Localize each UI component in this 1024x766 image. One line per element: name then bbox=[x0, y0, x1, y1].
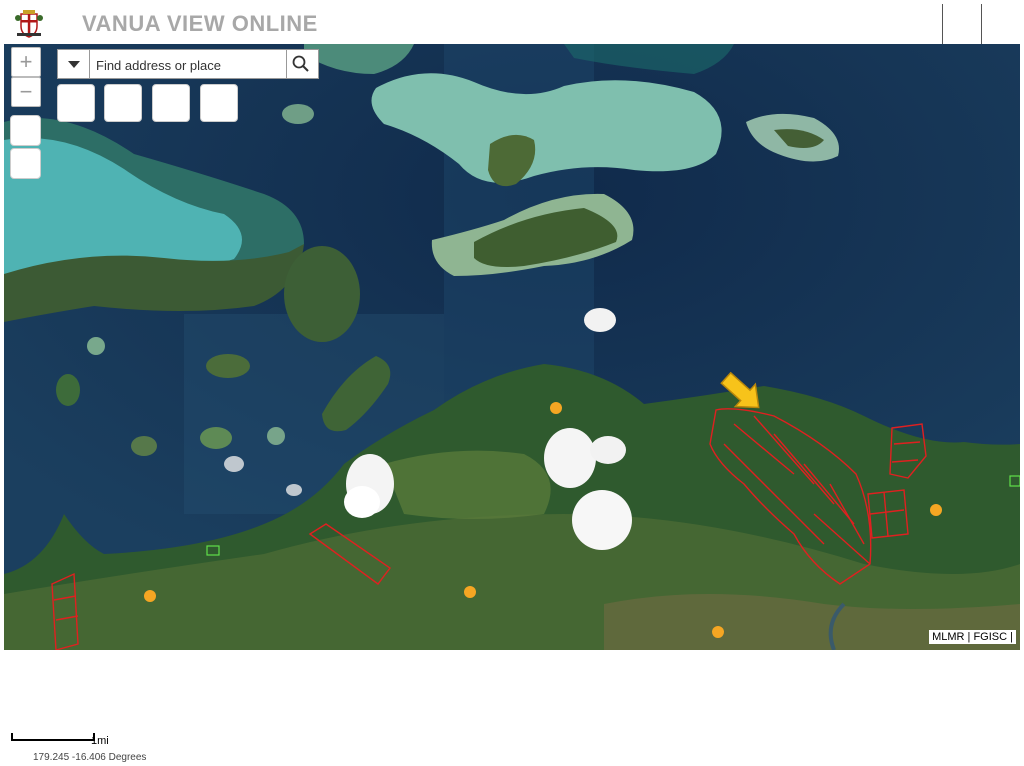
home-button[interactable] bbox=[10, 115, 41, 146]
locate-button[interactable] bbox=[10, 148, 41, 179]
satellite-imagery bbox=[4, 44, 1020, 650]
map-attribution: MLMR | FGISC | bbox=[929, 630, 1016, 644]
cursor-coordinates: 179.245 -16.406 Degrees bbox=[33, 752, 147, 763]
caret-down-icon[interactable] bbox=[58, 50, 90, 78]
tool-button-3[interactable] bbox=[152, 84, 190, 122]
coat-of-arms-logo bbox=[15, 10, 43, 38]
map-view[interactable] bbox=[4, 44, 1020, 650]
zoom-in-button[interactable]: + bbox=[11, 47, 41, 77]
scale-label: 1mi bbox=[91, 735, 109, 747]
header-divider bbox=[981, 4, 982, 44]
zoom-out-button[interactable]: − bbox=[11, 77, 41, 107]
header-divider bbox=[942, 4, 943, 44]
scale-bar bbox=[11, 733, 95, 741]
tool-button-1[interactable] bbox=[57, 84, 95, 122]
search-widget bbox=[57, 49, 319, 80]
search-button[interactable] bbox=[286, 50, 318, 78]
tool-button-2[interactable] bbox=[104, 84, 142, 122]
tool-button-4[interactable] bbox=[200, 84, 238, 122]
app-header: VANUA VIEW ONLINE bbox=[0, 0, 1024, 44]
magnifier-icon bbox=[292, 55, 309, 72]
search-input[interactable] bbox=[94, 50, 288, 80]
app-title: VANUA VIEW ONLINE bbox=[82, 11, 318, 36]
